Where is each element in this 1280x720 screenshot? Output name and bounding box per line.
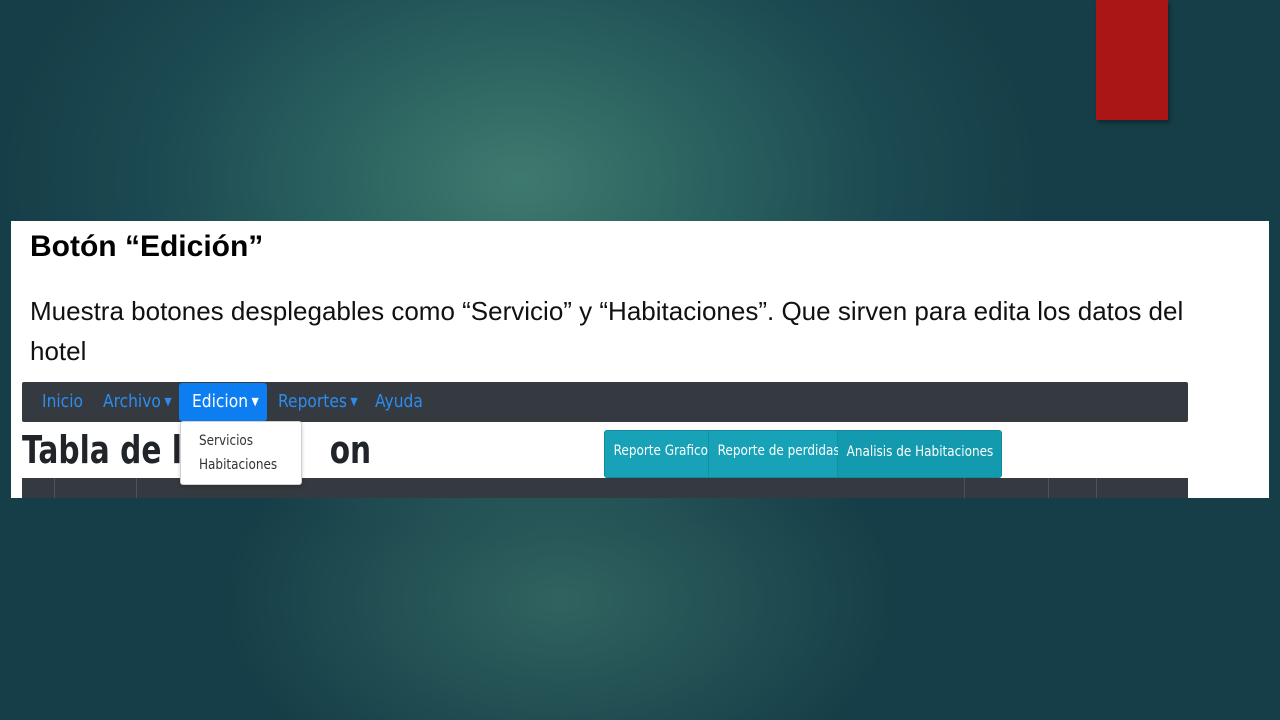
button-label: Reporte de perdidas [717, 443, 840, 459]
caret-down-icon: ▼ [251, 395, 259, 408]
column-divider [964, 478, 965, 498]
nav-label: Ayuda [375, 391, 423, 412]
report-button-group: Reporte Grafico Reporte de perdidas Anal… [604, 430, 1019, 478]
nav-edicion[interactable]: Edicion ▼ [192, 382, 259, 422]
top-navbar: Inicio Archivo ▼ Edicion ▼ Reportes ▼ Ayuda [22, 382, 1188, 422]
button-label: Reporte Grafico [613, 443, 708, 459]
nav-label: Reportes [278, 391, 347, 412]
analisis-habitaciones-button[interactable]: Analisis de Habitaciones ▼ [838, 431, 1019, 477]
nav-inicio[interactable]: Inicio [42, 382, 83, 422]
content-panel: Botón “Edición” Muestra botones desplega… [11, 221, 1269, 498]
slide-title: Botón “Edición” [30, 230, 264, 263]
dropdown-item-habitaciones[interactable]: Habitaciones [199, 457, 277, 473]
edicion-dropdown-menu: Servicios Habitaciones [180, 421, 302, 485]
page-heading-end: on [329, 428, 372, 472]
nav-label: Inicio [42, 391, 83, 412]
nav-label: Archivo [103, 391, 161, 412]
reporte-grafico-button[interactable]: Reporte Grafico [605, 431, 709, 477]
column-divider [1048, 478, 1049, 498]
app-screenshot: Inicio Archivo ▼ Edicion ▼ Reportes ▼ Ayuda… [22, 382, 1188, 498]
caret-down-icon: ▼ [1010, 444, 1020, 457]
reporte-perdidas-button[interactable]: Reporte de perdidas [709, 431, 840, 477]
dropdown-item-servicios[interactable]: Servicios [199, 433, 253, 449]
column-divider [1096, 478, 1097, 498]
nav-reportes[interactable]: Reportes ▼ [278, 382, 358, 422]
column-divider [54, 478, 55, 498]
nav-label: Edicion [192, 391, 249, 412]
nav-ayuda[interactable]: Ayuda [375, 382, 423, 422]
button-label: Analisis de Habitaciones [846, 444, 994, 460]
caret-down-icon: ▼ [350, 395, 358, 408]
caret-down-icon: ▼ [164, 395, 172, 408]
slide-body-text: Muestra botones desplegables como “Servi… [30, 296, 1184, 366]
column-divider [136, 478, 137, 498]
red-accent-bar [1096, 0, 1168, 120]
nav-archivo[interactable]: Archivo ▼ [103, 382, 172, 422]
